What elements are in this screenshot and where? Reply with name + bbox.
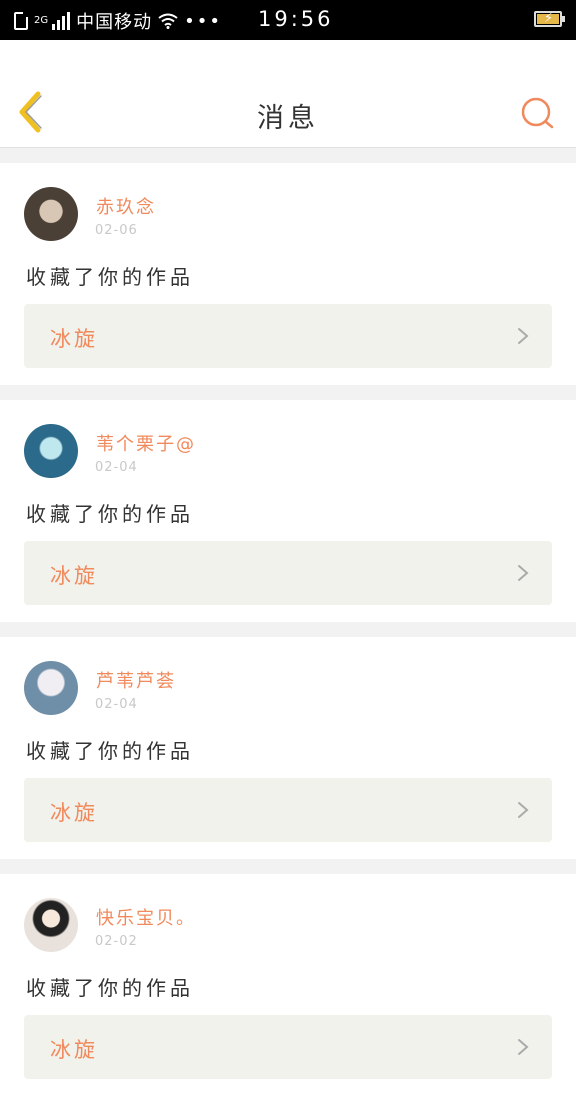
work-link[interactable]: 冰旋 <box>24 541 552 605</box>
message-date: 02-02 <box>95 934 138 949</box>
work-title: 冰旋 <box>50 327 98 351</box>
battery-icon: ⚡ <box>534 11 565 27</box>
avatar[interactable] <box>24 898 78 952</box>
search-icon <box>521 97 551 127</box>
work-title: 冰旋 <box>50 801 98 825</box>
message-date: 02-04 <box>95 697 138 712</box>
status-time: 19:56 <box>258 7 334 31</box>
action-text: 收藏了你的作品 <box>26 265 194 289</box>
status-bar: 2G 中国移动 ••• 19:56 ⚡ <box>0 0 576 40</box>
work-title: 冰旋 <box>50 1038 98 1062</box>
list-item[interactable]: 赤玖念 02-06 收藏了你的作品 冰旋 <box>0 163 576 385</box>
list-item[interactable]: 芦苇芦荟 02-04 收藏了你的作品 冰旋 <box>0 637 576 859</box>
chevron-right-icon <box>518 565 529 581</box>
username[interactable]: 快乐宝贝。 <box>96 904 196 930</box>
chevron-right-icon <box>518 802 529 818</box>
username[interactable]: 苇个栗子@ <box>96 430 196 456</box>
charging-icon: ⚡ <box>544 11 554 26</box>
signal-icon <box>52 12 71 30</box>
wifi-icon <box>158 13 178 29</box>
list-item[interactable]: 苇个栗子@ 02-04 收藏了你的作品 冰旋 <box>0 400 576 622</box>
message-date: 02-06 <box>95 223 138 238</box>
action-text: 收藏了你的作品 <box>26 502 194 526</box>
carrier-name: 中国移动 <box>76 12 153 33</box>
sim-card-icon <box>14 12 28 30</box>
message-date: 02-04 <box>95 460 138 475</box>
work-link[interactable]: 冰旋 <box>24 778 552 842</box>
username[interactable]: 芦苇芦荟 <box>96 667 176 693</box>
chevron-right-icon <box>518 328 529 344</box>
search-button[interactable] <box>518 94 558 134</box>
chevron-right-icon <box>518 1039 529 1055</box>
action-text: 收藏了你的作品 <box>26 739 194 763</box>
work-title: 冰旋 <box>50 564 98 588</box>
app-header: 消息 <box>0 40 576 148</box>
work-link[interactable]: 冰旋 <box>24 1015 552 1079</box>
username[interactable]: 赤玖念 <box>96 193 156 219</box>
avatar[interactable] <box>24 424 78 478</box>
action-text: 收藏了你的作品 <box>26 976 194 1000</box>
network-type: 2G <box>34 15 49 26</box>
work-link[interactable]: 冰旋 <box>24 304 552 368</box>
status-left: 2G 中国移动 ••• <box>14 8 222 34</box>
more-notifications-icon: ••• <box>184 10 222 32</box>
avatar[interactable] <box>24 661 78 715</box>
list-item[interactable]: 快乐宝贝。 02-02 收藏了你的作品 冰旋 <box>0 874 576 1096</box>
avatar[interactable] <box>24 187 78 241</box>
page-title: 消息 <box>257 103 319 134</box>
